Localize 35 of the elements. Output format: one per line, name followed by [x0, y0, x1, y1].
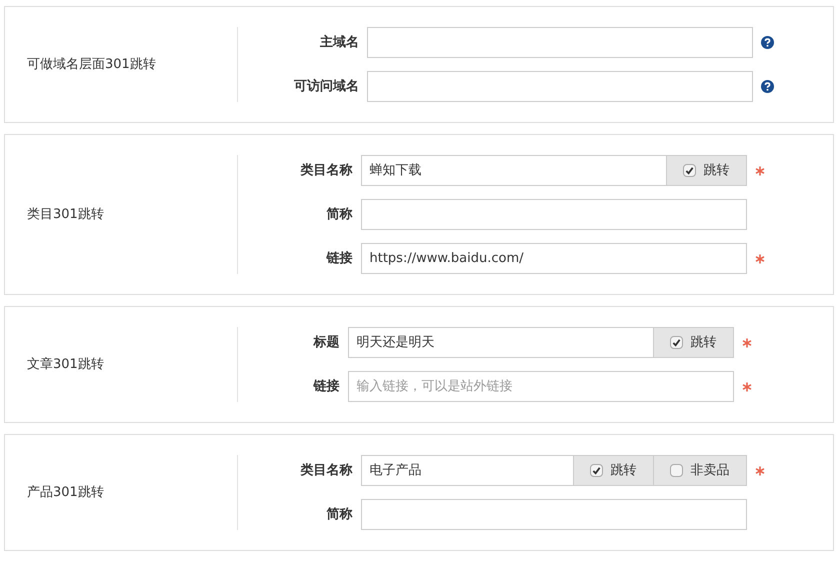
help-icon[interactable]: [761, 80, 774, 93]
field-label: 链接: [314, 378, 340, 396]
field-label: 主域名: [319, 34, 359, 52]
check-icon: [592, 466, 600, 475]
field-label: 简称: [326, 506, 352, 524]
checkbox[interactable]: [670, 336, 682, 349]
checkbox[interactable]: [670, 464, 682, 477]
help-icon[interactable]: [761, 36, 774, 49]
checkbox-addon[interactable]: 跳转: [666, 155, 746, 186]
checkbox[interactable]: [590, 464, 602, 477]
text-field[interactable]: 明天还是明天: [348, 327, 654, 358]
field-label: 简称: [326, 206, 352, 224]
text-field[interactable]: https://www.baidu.com/: [360, 243, 746, 274]
section-title: 文章301跳转: [27, 356, 104, 374]
field-label: 可访问域名: [294, 78, 359, 96]
check-icon: [672, 338, 680, 347]
checkbox-addon[interactable]: 跳转: [574, 455, 654, 486]
field-label: 链接: [325, 250, 352, 268]
text-field[interactable]: [367, 27, 753, 58]
field-label: 类目名称: [300, 462, 352, 480]
text-field[interactable]: 电子产品: [360, 455, 574, 486]
checkbox[interactable]: [682, 164, 696, 177]
text-field[interactable]: [360, 199, 746, 230]
field-label: 类目名称: [300, 162, 352, 180]
field-label: 标题: [314, 334, 340, 352]
checkbox-addon[interactable]: 跳转: [654, 327, 734, 358]
text-field[interactable]: [360, 499, 746, 530]
section-title: 可做域名层面301跳转: [27, 56, 156, 74]
check-icon: [684, 166, 694, 175]
section-title: 类目301跳转: [27, 206, 104, 224]
text-field[interactable]: 蝉知下载: [360, 155, 666, 186]
checkbox-addon[interactable]: 非卖品: [654, 455, 746, 486]
text-field[interactable]: [367, 71, 753, 102]
section-title: 产品301跳转: [27, 484, 104, 502]
text-field[interactable]: 输入链接，可以是站外链接: [348, 371, 734, 402]
